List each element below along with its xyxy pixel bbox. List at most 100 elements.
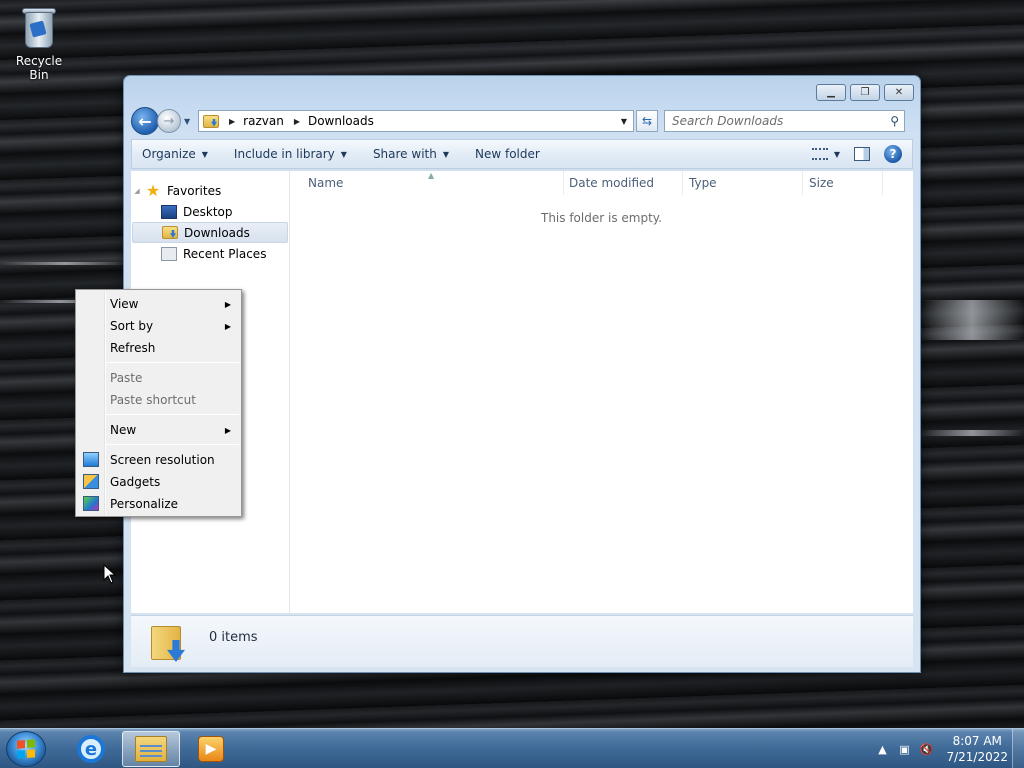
maximize-button[interactable]: ❐ (850, 84, 880, 101)
menu-item-sort-by[interactable]: Sort by ▶ (78, 315, 239, 337)
wallpaper-streak (920, 430, 1024, 436)
nav-item-downloads[interactable]: Downloads (132, 222, 288, 243)
clock-date: 7/21/2022 (946, 750, 1008, 764)
new-folder-button[interactable]: New folder (475, 147, 540, 161)
favorites-star-icon: ★ (145, 181, 161, 200)
notification-area: ▲ ▣ 🔇 8:07 AM 7/21/2022 (874, 733, 1008, 765)
forward-arrow-icon: → (163, 113, 175, 129)
menu-item-label: New (110, 423, 137, 437)
taskbar-internet-explorer[interactable]: e (62, 731, 120, 767)
taskbar-media-player[interactable]: ▶ (182, 731, 240, 767)
search-placeholder: Search Downloads (672, 114, 784, 128)
refresh-icon: ⇆ (641, 114, 653, 128)
chevron-down-icon: ▼ (340, 149, 347, 159)
help-icon[interactable]: ? (884, 145, 902, 163)
menu-separator (106, 414, 239, 415)
nav-item-label: Downloads (184, 225, 250, 240)
search-input[interactable]: Search Downloads ⚲ (664, 110, 905, 132)
share-with-button[interactable]: Share with ▼ (373, 147, 449, 161)
back-button[interactable]: ← (131, 107, 159, 135)
minimize-button[interactable]: ▁ (816, 84, 846, 101)
address-row: ← → ▼ ▶ razvan ▶ Downloads ▼ ⇆ Search Do… (131, 106, 913, 136)
menu-item-screen-resolution[interactable]: Screen resolution (78, 449, 239, 471)
explorer-window: ▁ ❐ ✕ ← → ▼ ▶ razvan ▶ Downloads ▼ ⇆ Sea… (123, 75, 921, 673)
system-clock[interactable]: 8:07 AM 7/21/2022 (946, 733, 1008, 765)
show-desktop-button[interactable] (1012, 729, 1024, 768)
refresh-button[interactable]: ⇆ (636, 110, 658, 132)
forward-button[interactable]: → (157, 109, 181, 133)
breadcrumb-chevron-icon[interactable]: ▶ (229, 117, 235, 126)
desktop-context-menu: View ▶ Sort by ▶ Refresh Paste Paste sho… (75, 289, 242, 517)
include-in-library-label: Include in library (233, 147, 335, 161)
nav-item-label: Desktop (183, 204, 233, 219)
search-icon[interactable]: ⚲ (890, 114, 899, 128)
wallpaper-streak (920, 300, 1024, 340)
nav-item-desktop[interactable]: Desktop (131, 201, 287, 222)
menu-item-paste: Paste (78, 367, 239, 389)
command-bar: Organize ▼ Include in library ▼ Share with… (131, 139, 913, 169)
file-list[interactable]: ▲ Name Date modified Type Size This fold… (290, 171, 913, 613)
desktop-icon-label: Recycle Bin (15, 54, 63, 82)
network-icon[interactable]: ▣ (896, 741, 912, 757)
column-header-type[interactable]: Type (683, 171, 803, 195)
view-options-dropdown[interactable]: ▼ (834, 150, 840, 159)
menu-item-label: Paste (110, 371, 143, 385)
menu-item-refresh[interactable]: Refresh (78, 337, 239, 359)
desktop-icon-recycle-bin[interactable]: Recycle Bin (6, 6, 72, 82)
menu-separator (106, 362, 239, 363)
gadgets-icon (83, 474, 99, 489)
menu-item-view[interactable]: View ▶ (78, 293, 239, 315)
nav-item-recent-places[interactable]: Recent Places (131, 243, 287, 264)
menu-item-new[interactable]: New ▶ (78, 419, 239, 441)
restore-icon: ❐ (860, 87, 870, 98)
windows-explorer-icon (135, 736, 167, 762)
change-view-icon[interactable] (811, 148, 828, 160)
address-dropdown[interactable]: ▼ (615, 111, 633, 131)
menu-item-label: View (110, 297, 139, 311)
recent-pages-dropdown[interactable]: ▼ (184, 117, 194, 126)
include-in-library-button[interactable]: Include in library ▼ (234, 147, 347, 161)
taskbar: e ▶ ▲ ▣ 🔇 8:07 AM 7/21/2022 (0, 728, 1024, 768)
chevron-down-icon: ▼ (201, 149, 208, 159)
preview-pane-icon[interactable] (854, 147, 870, 161)
menu-separator (106, 444, 239, 445)
taskbar-windows-explorer[interactable] (122, 731, 180, 767)
close-button[interactable]: ✕ (884, 84, 914, 101)
address-root (203, 114, 219, 128)
submenu-arrow-icon: ▶ (224, 425, 231, 435)
volume-muted-icon[interactable]: 🔇 (918, 741, 934, 757)
show-hidden-icons-icon[interactable]: ▲ (874, 741, 890, 757)
expand-triangle-icon[interactable]: ◢ (131, 187, 143, 195)
breadcrumb-chevron-icon[interactable]: ▶ (294, 117, 300, 126)
submenu-arrow-icon: ▶ (224, 321, 231, 331)
recent-places-icon (161, 246, 177, 261)
nav-item-label: Recent Places (183, 246, 267, 261)
submenu-arrow-icon: ▶ (224, 299, 231, 309)
menu-item-gadgets[interactable]: Gadgets (78, 471, 239, 493)
menu-item-label: Sort by (110, 319, 154, 333)
breadcrumb-razvan[interactable]: razvan (243, 114, 284, 128)
details-pane: 0 items (131, 615, 913, 667)
downloads-folder-icon (203, 114, 219, 128)
menu-item-label: Refresh (110, 341, 156, 355)
organize-button[interactable]: Organize ▼ (142, 147, 208, 161)
desktop-icon (161, 204, 177, 219)
breadcrumb-downloads[interactable]: Downloads (308, 114, 374, 128)
close-icon: ✕ (894, 87, 904, 98)
address-bar[interactable]: ▶ razvan ▶ Downloads ▼ (198, 110, 634, 132)
organize-label: Organize (142, 147, 196, 161)
nav-favorites[interactable]: ◢ ★ Favorites (131, 180, 287, 201)
column-header-date-modified[interactable]: Date modified (563, 171, 683, 195)
menu-item-paste-shortcut: Paste shortcut (78, 389, 239, 411)
menu-item-label: Personalize (110, 497, 179, 511)
start-button[interactable] (6, 731, 46, 767)
column-header-name[interactable]: Name (302, 171, 564, 195)
nav-favorites-label: Favorites (167, 183, 222, 198)
empty-folder-message: This folder is empty. (541, 211, 662, 225)
item-count: 0 items (209, 630, 258, 645)
column-header-size[interactable]: Size (803, 171, 883, 195)
downloads-folder-icon (151, 622, 185, 662)
menu-item-personalize[interactable]: Personalize (78, 493, 239, 515)
wallpaper-streak (0, 262, 130, 265)
media-player-icon: ▶ (198, 736, 224, 762)
